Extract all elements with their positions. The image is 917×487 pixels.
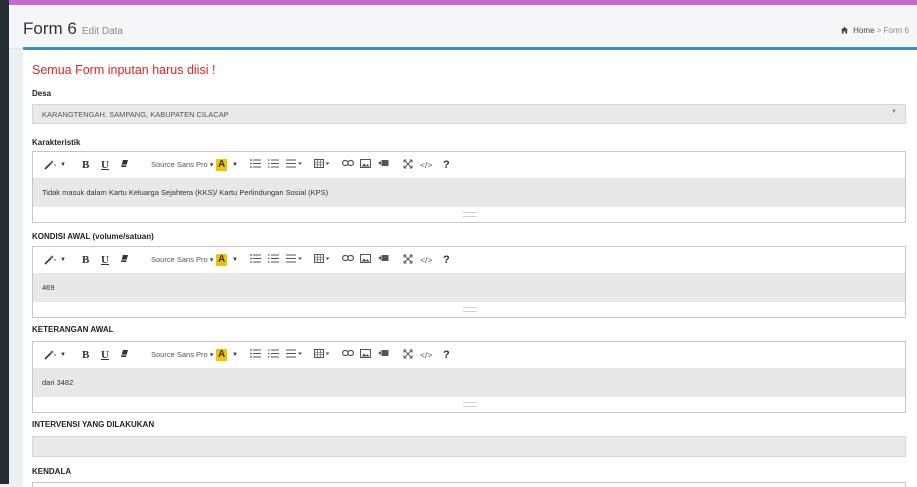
kondisi-awal-editor[interactable]: ▼ B U Source Sans Pro ▾ A ▼ </> ? 469: [32, 246, 906, 318]
content-header: Form 6 Edit Data Home > Form 6: [9, 5, 917, 49]
resize-grip-icon[interactable]: [463, 307, 477, 312]
page-title-text: Form 6: [23, 19, 77, 38]
paragraph-align-icon[interactable]: [286, 254, 302, 267]
font-name-value: Source Sans Pro: [151, 160, 208, 169]
intervensi-label: INTERVENSI YANG DILAKUKAN: [32, 420, 155, 429]
resize-grip-icon[interactable]: [463, 402, 477, 407]
page-subtitle: Edit Data: [81, 26, 123, 37]
font-name-value: Source Sans Pro: [151, 350, 208, 359]
karakteristik-editor[interactable]: ▼ B U Source Sans Pro ▾ A ▼ </> ? Tidak …: [32, 151, 906, 223]
keterangan-awal-label: KETERANGAN AWAL: [32, 325, 114, 334]
video-icon[interactable]: [378, 254, 389, 266]
help-button[interactable]: ?: [443, 254, 450, 266]
font-name-dropdown[interactable]: Source Sans Pro ▾: [151, 159, 214, 171]
table-icon[interactable]: [314, 254, 330, 267]
magic-icon[interactable]: [44, 159, 56, 174]
picture-icon[interactable]: [360, 254, 371, 267]
karakteristik-label: Karakteristik: [32, 138, 81, 147]
fullscreen-icon[interactable]: [403, 159, 413, 173]
kondisi-awal-label: KONDISI AWAL (volume/satuan): [32, 232, 154, 241]
style-dropdown-caret[interactable]: ▼: [60, 349, 66, 361]
unordered-list-icon[interactable]: [250, 349, 261, 362]
editor-content[interactable]: 469: [33, 274, 905, 302]
color-dropdown-caret[interactable]: ▼: [232, 349, 238, 361]
highlight-color-button[interactable]: A: [216, 159, 228, 171]
table-icon[interactable]: [314, 349, 330, 362]
editor-resize-bar[interactable]: [33, 207, 905, 222]
fullscreen-icon[interactable]: [403, 254, 413, 268]
font-name-value: Source Sans Pro: [151, 255, 208, 264]
kondisi-awal-value: 469: [42, 283, 55, 292]
highlight-color-button[interactable]: A: [216, 254, 228, 266]
font-name-dropdown[interactable]: Source Sans Pro ▾: [151, 254, 214, 266]
breadcrumb-home-link[interactable]: Home: [853, 26, 874, 35]
highlight-color-button[interactable]: A: [216, 349, 228, 361]
style-dropdown-caret[interactable]: ▼: [60, 254, 66, 266]
home-icon[interactable]: [840, 26, 853, 35]
kendala-input[interactable]: [32, 482, 906, 487]
help-button[interactable]: ?: [443, 159, 450, 171]
eraser-icon[interactable]: [120, 349, 129, 362]
keterangan-awal-value: dari 3482: [42, 378, 74, 387]
picture-icon[interactable]: [360, 349, 371, 362]
unordered-list-icon[interactable]: [250, 254, 261, 267]
video-icon[interactable]: [378, 159, 389, 171]
keterangan-awal-editor[interactable]: ▼ B U Source Sans Pro ▾ A ▼ </> ? dari 3…: [32, 341, 906, 413]
style-dropdown-caret[interactable]: ▼: [60, 159, 66, 171]
video-icon[interactable]: [378, 349, 389, 361]
link-icon[interactable]: [342, 159, 355, 171]
eraser-icon[interactable]: [120, 254, 129, 267]
underline-button[interactable]: U: [101, 159, 109, 171]
ordered-list-icon[interactable]: [268, 159, 279, 172]
resize-grip-icon[interactable]: [463, 212, 477, 217]
help-button[interactable]: ?: [443, 349, 450, 361]
editor-toolbar: ▼ B U Source Sans Pro ▾ A ▼ </> ?: [33, 152, 905, 179]
underline-button[interactable]: U: [101, 349, 109, 361]
required-warning: Semua Form inputan harus diisi !: [32, 63, 216, 77]
editor-toolbar: ▼ B U Source Sans Pro ▾ A ▼ </> ?: [33, 247, 905, 274]
editor-toolbar: ▼ B U Source Sans Pro ▾ A ▼ </> ?: [33, 342, 905, 369]
desa-select[interactable]: KARANGTENGAH, SAMPANG, KABUPATEN CILACAP…: [32, 104, 906, 124]
editor-content[interactable]: dari 3482: [33, 369, 905, 397]
color-dropdown-caret[interactable]: ▼: [232, 254, 238, 266]
karakteristik-value: Tidak masuk dalam Kartu Keluarga Sejahte…: [42, 188, 329, 197]
editor-content[interactable]: Tidak masuk dalam Kartu Keluarga Sejahte…: [33, 179, 905, 207]
link-icon[interactable]: [342, 349, 355, 361]
paragraph-align-icon[interactable]: [286, 159, 302, 172]
fullscreen-icon[interactable]: [403, 349, 413, 363]
breadcrumb-current: Form 6: [883, 26, 909, 35]
bold-button[interactable]: B: [82, 159, 89, 171]
breadcrumb: Home > Form 6: [840, 26, 909, 35]
ordered-list-icon[interactable]: [268, 349, 279, 362]
bold-button[interactable]: B: [82, 349, 89, 361]
breadcrumb-separator: >: [876, 26, 882, 35]
code-view-button[interactable]: </>: [420, 349, 432, 361]
magic-icon[interactable]: [44, 254, 56, 269]
kendala-label: KENDALA: [32, 467, 72, 476]
desa-selected-value: KARANGTENGAH, SAMPANG, KABUPATEN CILACAP: [42, 110, 229, 119]
page-title: Form 6 Edit Data: [23, 19, 123, 39]
editor-resize-bar[interactable]: [33, 397, 905, 412]
magic-icon[interactable]: [44, 349, 56, 364]
eraser-icon[interactable]: [120, 159, 129, 172]
font-name-dropdown[interactable]: Source Sans Pro ▾: [151, 349, 214, 361]
table-icon[interactable]: [314, 159, 330, 172]
chevron-down-icon[interactable]: ▼: [891, 109, 897, 115]
form-card: Semua Form inputan harus diisi ! Desa KA…: [23, 47, 917, 487]
sidebar-edge: [0, 0, 9, 484]
link-icon[interactable]: [342, 254, 355, 266]
paragraph-align-icon[interactable]: [286, 349, 302, 362]
bold-button[interactable]: B: [82, 254, 89, 266]
underline-button[interactable]: U: [101, 254, 109, 266]
editor-resize-bar[interactable]: [33, 302, 905, 317]
desa-label: Desa: [32, 89, 52, 98]
ordered-list-icon[interactable]: [268, 254, 279, 267]
code-view-button[interactable]: </>: [420, 254, 432, 266]
color-dropdown-caret[interactable]: ▼: [232, 159, 238, 171]
intervensi-input[interactable]: [32, 436, 906, 457]
code-view-button[interactable]: </>: [420, 159, 432, 171]
picture-icon[interactable]: [360, 159, 371, 172]
unordered-list-icon[interactable]: [250, 159, 261, 172]
